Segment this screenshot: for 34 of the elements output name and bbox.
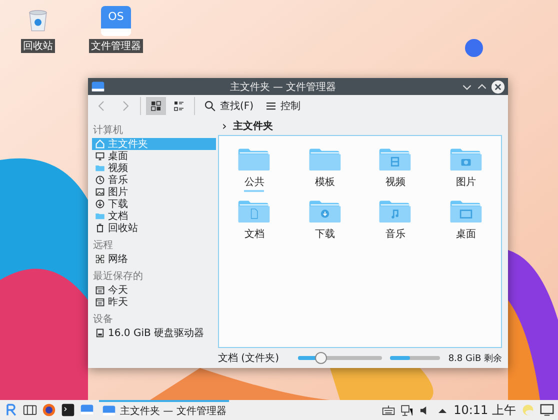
taskbar-task[interactable]: 主文件夹 — 文件管理器: [99, 400, 230, 420]
folder-label[interactable]: 音乐: [385, 227, 406, 244]
sidebar-item[interactable]: 16.0 GiB 硬盘驱动器: [92, 327, 216, 339]
folder-label[interactable]: 文档: [244, 227, 264, 244]
status-text: 文档 (文件夹): [218, 352, 280, 365]
menu-button[interactable]: 控制: [260, 97, 305, 115]
sidebar-item[interactable]: 今天: [92, 284, 216, 296]
folder-label[interactable]: 下载: [314, 227, 335, 244]
sidebar-item[interactable]: 昨天: [92, 296, 216, 308]
desktop-icon-label[interactable]: 文件管理器: [89, 39, 143, 53]
sidebar-item[interactable]: 音乐: [92, 174, 216, 186]
sidebar-item[interactable]: 下载: [92, 198, 216, 210]
section-heading: 远程: [93, 239, 114, 252]
sidebar-item[interactable]: 桌面: [92, 150, 216, 162]
search-button[interactable]: 查找(F): [200, 97, 258, 115]
section-heading: 设备: [93, 313, 114, 326]
desktop-icon-label[interactable]: 回收站: [21, 39, 55, 53]
folder-label[interactable]: 公共: [244, 175, 264, 192]
sidebar-item[interactable]: 回收站: [92, 222, 216, 234]
window-title: 主文件夹 — 文件管理器: [228, 80, 338, 94]
clock[interactable]: 10:11 上午: [454, 402, 516, 418]
folder-label[interactable]: 图片: [456, 175, 476, 192]
folder-label[interactable]: 视频: [385, 175, 406, 192]
sidebar-item[interactable]: 视频: [92, 162, 216, 174]
breadcrumb-separator: ›: [222, 119, 227, 133]
sidebar-item[interactable]: 网络: [92, 253, 216, 265]
section-heading: 计算机: [93, 124, 124, 137]
free-space-text: 8.8 GiB 剩余: [448, 352, 502, 364]
sidebar-item[interactable]: 文档: [92, 210, 216, 222]
sidebar-item[interactable]: 图片: [92, 186, 216, 198]
breadcrumb-item[interactable]: 主文件夹: [232, 119, 273, 133]
section-heading: 最近保存的: [93, 270, 144, 283]
folder-label[interactable]: 模板: [314, 175, 335, 192]
folder-label[interactable]: 桌面: [456, 227, 476, 244]
